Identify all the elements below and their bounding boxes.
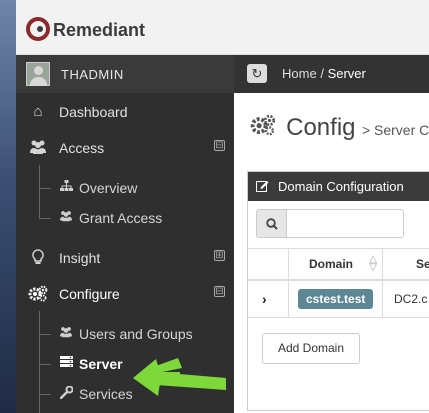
breadcrumb-home[interactable]: Home (282, 66, 317, 81)
domain-configuration-panel: Domain Configuration Domain △ ▽ Se › cste… (247, 171, 429, 411)
search-button[interactable] (256, 209, 287, 238)
sidebar-item-label: Grant Access (79, 210, 163, 226)
refresh-icon[interactable]: ↻ (247, 64, 267, 83)
search-group (256, 209, 404, 238)
page-subtitle: > Server Co (361, 122, 429, 138)
breadcrumb: Home / Server (282, 66, 366, 81)
table-row[interactable]: › cstest.test DC2.c (248, 281, 429, 318)
panel-title: Domain Configuration (278, 179, 404, 194)
column-header-server[interactable]: Se (416, 257, 429, 271)
sidebar-item-label: Access (59, 140, 105, 156)
server-icon (58, 356, 74, 372)
users-icon (58, 210, 74, 226)
sidebar-item-label: Services (79, 386, 133, 402)
chevron-right-icon[interactable]: › (262, 291, 267, 307)
sidebar-item-server[interactable]: Server (16, 349, 234, 379)
sidebar-item-insight[interactable]: Insight ⊞ (16, 243, 234, 273)
search-input[interactable] (286, 209, 404, 238)
avatar (26, 62, 50, 86)
sidebar-item-label: Dashboard (59, 104, 128, 120)
sidebar-item-dashboard[interactable]: ⌂ Dashboard (16, 97, 234, 127)
page-title-text: Config (286, 114, 356, 141)
cell-domain: cstest.test (288, 281, 383, 318)
user-name: THADMIN (61, 67, 124, 82)
main-content: Config > Server Co Domain Configuration … (234, 93, 429, 413)
user-profile[interactable]: THADMIN (16, 55, 234, 93)
breadcrumb-current: Server (327, 66, 366, 81)
cogs-icon (28, 285, 48, 303)
sidebar-item-overview[interactable]: Overview (16, 173, 234, 203)
sidebar-item-label: Configure (59, 286, 120, 302)
brand-name: Remediant (53, 20, 146, 40)
table-header: Domain △ ▽ Se (248, 248, 429, 281)
collapse-icon[interactable]: ⊟ (214, 140, 225, 151)
breadcrumb-separator: / (320, 66, 324, 81)
lightbulb-icon (28, 249, 48, 267)
top-header: Remediant (16, 0, 429, 55)
sidebar-item-label: Server (79, 356, 123, 372)
users-icon (28, 139, 48, 157)
page-title: Config > Server Co (250, 113, 429, 142)
expand-icon[interactable]: ⊞ (214, 250, 225, 261)
sidebar-item-access[interactable]: Access ⊟ (16, 133, 234, 163)
home-icon: ⌂ (33, 103, 43, 120)
search-icon (265, 218, 278, 230)
remediant-logo-icon (26, 17, 50, 41)
cell-server: DC2.c (394, 292, 428, 306)
sidebar-item-configure[interactable]: Configure ⊟ (16, 279, 234, 309)
collapse-icon[interactable]: ⊟ (214, 286, 225, 297)
sidebar-item-grant-access[interactable]: Grant Access (16, 203, 234, 233)
sidebar-item-label: Overview (79, 180, 138, 196)
edit-icon (256, 179, 269, 195)
browser-window: Remediant THADMIN ⌂ Dashboard Access ⊟ O… (16, 0, 429, 413)
domain-badge: cstest.test (298, 289, 374, 309)
sort-icon[interactable]: △ ▽ (369, 255, 377, 273)
wrench-icon (58, 385, 74, 402)
sidebar-item-label: Users and Groups (79, 326, 193, 342)
column-header-domain: Domain (309, 257, 354, 271)
sidebar: THADMIN ⌂ Dashboard Access ⊟ Overview Gr… (16, 55, 234, 413)
breadcrumb-bar: ↻ Home / Server (234, 55, 429, 93)
column-domain[interactable]: Domain △ ▽ (288, 249, 383, 280)
panel-header: Domain Configuration (248, 172, 429, 201)
add-domain-button[interactable]: Add Domain (262, 333, 360, 364)
sidebar-item-label: Insight (59, 250, 101, 266)
sidebar-item-users-and-groups[interactable]: Users and Groups (16, 319, 234, 349)
cogs-icon (250, 114, 282, 141)
sitemap-icon (58, 180, 74, 196)
users-icon (58, 326, 74, 342)
sidebar-item-services[interactable]: Services (16, 379, 234, 409)
